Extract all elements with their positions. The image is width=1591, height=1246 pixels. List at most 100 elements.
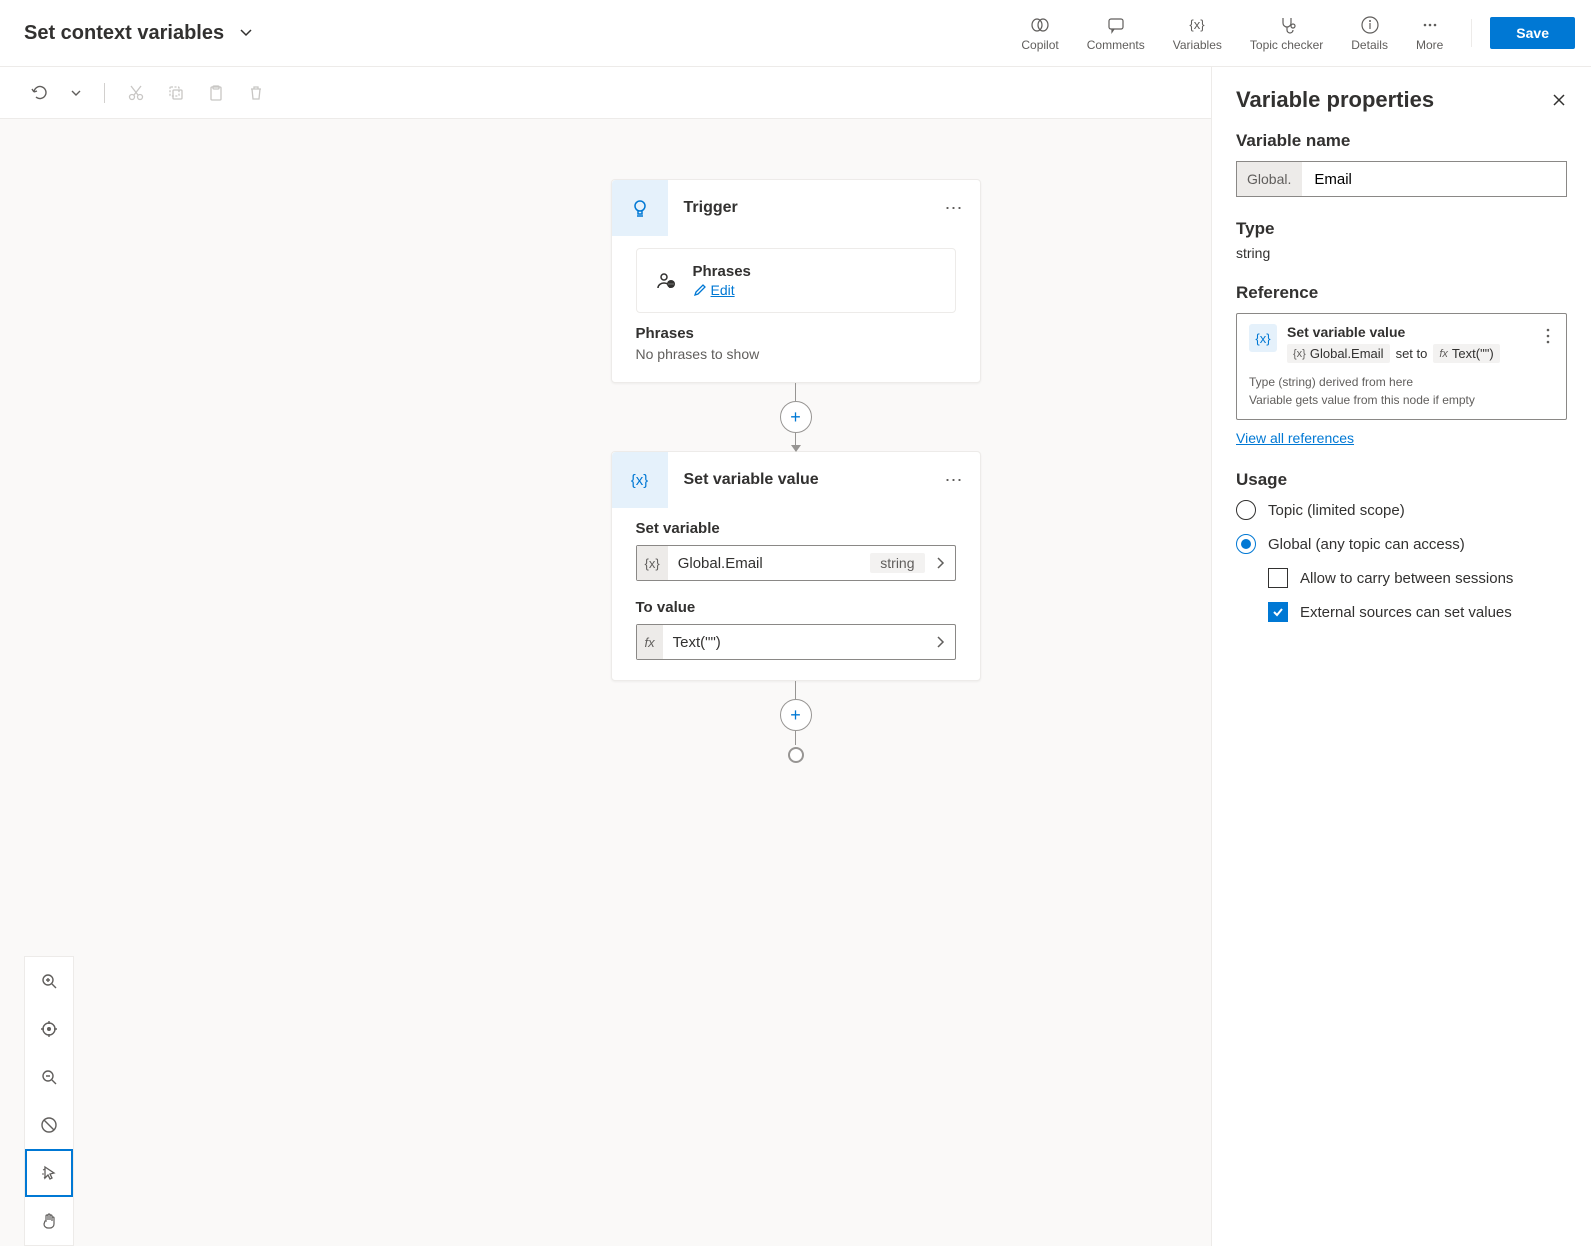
variable-name-value: Global.Email: [668, 555, 871, 572]
view-all-references-link[interactable]: View all references: [1236, 430, 1354, 446]
variable-name-input-group: Global.: [1236, 161, 1567, 197]
usage-global-radio[interactable]: Global (any topic can access): [1236, 534, 1567, 554]
usage-global-label: Global (any topic can access): [1268, 536, 1465, 553]
more-vertical-icon: [1546, 328, 1550, 344]
connector: [795, 383, 796, 401]
cut-button[interactable]: [121, 78, 151, 108]
pencil-icon: [693, 283, 707, 297]
phrases-label: Phrases: [693, 263, 751, 280]
reference-title: Set variable value: [1287, 324, 1532, 340]
chevron-right-icon: [925, 556, 955, 570]
paste-button[interactable]: [201, 78, 231, 108]
zoom-in-icon: [40, 972, 58, 990]
set-variable-body: Set variable {x} Global.Email string To …: [612, 508, 980, 680]
reference-meta-1: Type (string) derived from here: [1249, 373, 1554, 391]
copilot-action[interactable]: Copilot: [1011, 11, 1068, 56]
to-value-input[interactable]: fx Text(""): [636, 624, 956, 660]
undo-history-button[interactable]: [64, 81, 88, 105]
reference-card[interactable]: {x} Set variable value {x}Global.Email s…: [1236, 313, 1567, 420]
topic-checker-action[interactable]: Topic checker: [1240, 11, 1333, 56]
carry-sessions-checkbox[interactable]: Allow to carry between sessions: [1268, 568, 1567, 588]
radio-icon: [1236, 500, 1256, 520]
details-label: Details: [1351, 38, 1388, 52]
usage-topic-radio[interactable]: Topic (limited scope): [1236, 500, 1567, 520]
paste-icon: [207, 84, 225, 102]
header-bar: Set context variables Copilot Comments {…: [0, 0, 1591, 67]
phrases-card: ⋯ Phrases Edit: [636, 248, 956, 313]
comments-action[interactable]: Comments: [1077, 11, 1155, 56]
flow-end-icon: [788, 747, 804, 763]
type-label: Type: [1236, 219, 1567, 239]
variable-type-tag: string: [870, 553, 924, 573]
trigger-title: Trigger: [668, 199, 929, 217]
more-label: More: [1416, 38, 1443, 52]
connector: [795, 731, 796, 745]
variable-selector[interactable]: {x} Global.Email string: [636, 545, 956, 581]
canvas-toolbar: [0, 67, 1211, 119]
header-actions: Copilot Comments {x} Variables Topic che…: [1011, 11, 1575, 56]
chevron-down-icon: [70, 87, 82, 99]
stethoscope-icon: [1277, 15, 1297, 35]
topic-checker-label: Topic checker: [1250, 38, 1323, 52]
variables-action[interactable]: {x} Variables: [1163, 11, 1232, 56]
trigger-menu-button[interactable]: ⋯: [929, 198, 980, 219]
variable-icon: {x}: [637, 546, 668, 580]
zoom-toolbar: [24, 956, 74, 1246]
trigger-header: Trigger ⋯: [612, 180, 980, 236]
variable-icon: {x}: [612, 452, 668, 508]
edit-label: Edit: [711, 282, 735, 298]
external-sources-checkbox[interactable]: External sources can set values: [1268, 602, 1567, 622]
pan-tool-button[interactable]: [25, 1197, 73, 1245]
svg-text:{x}: {x}: [1190, 17, 1206, 32]
zoom-out-button[interactable]: [25, 1053, 73, 1101]
target-icon: [40, 1020, 58, 1038]
set-variable-menu-button[interactable]: ⋯: [929, 470, 980, 491]
set-variable-node[interactable]: {x} Set variable value ⋯ Set variable {x…: [611, 451, 981, 681]
set-variable-header: {x} Set variable value ⋯: [612, 452, 980, 508]
fit-view-button[interactable]: [25, 1005, 73, 1053]
details-action[interactable]: Details: [1341, 11, 1398, 56]
panel-title: Variable properties: [1236, 87, 1434, 113]
edit-phrases-link[interactable]: Edit: [693, 282, 751, 298]
cursor-icon: [40, 1164, 58, 1182]
reset-zoom-button[interactable]: [25, 1101, 73, 1149]
add-node-button[interactable]: +: [780, 401, 812, 433]
more-action[interactable]: More: [1406, 11, 1453, 56]
copilot-icon: [1030, 15, 1050, 35]
undo-button[interactable]: [24, 78, 54, 108]
variables-icon: {x}: [1187, 15, 1207, 35]
select-tool-button[interactable]: [25, 1149, 73, 1197]
delete-button[interactable]: [241, 78, 271, 108]
trigger-node[interactable]: Trigger ⋯ ⋯ Phrases Ed: [611, 179, 981, 383]
chevron-down-icon: [238, 25, 254, 41]
copilot-label: Copilot: [1021, 38, 1058, 52]
phrases-meta-title: Phrases: [636, 325, 956, 342]
external-sources-label: External sources can set values: [1300, 604, 1512, 621]
lightbulb-icon: [612, 180, 668, 236]
copy-button[interactable]: [161, 78, 191, 108]
reference-set-to-label: set to: [1396, 346, 1428, 361]
add-node-button[interactable]: +: [780, 699, 812, 731]
zoom-in-button[interactable]: [25, 957, 73, 1005]
no-zoom-icon: [40, 1116, 58, 1134]
variable-properties-panel: Variable properties Variable name Global…: [1211, 67, 1591, 1246]
cut-icon: [127, 84, 145, 102]
to-value-label: To value: [636, 599, 956, 616]
reference-expression-chip: fxText(""): [1433, 344, 1499, 363]
reference-menu-button[interactable]: [1542, 324, 1554, 348]
info-icon: [1360, 15, 1380, 35]
close-panel-button[interactable]: [1551, 92, 1567, 108]
undo-icon: [30, 84, 48, 102]
usage-label: Usage: [1236, 470, 1567, 490]
variable-scope-prefix: Global.: [1237, 162, 1302, 196]
variable-icon: {x}: [1249, 324, 1277, 352]
set-variable-title: Set variable value: [668, 471, 929, 489]
type-value: string: [1236, 245, 1567, 261]
fx-icon: fx: [637, 625, 663, 659]
variable-name-input[interactable]: [1302, 162, 1566, 196]
save-button[interactable]: Save: [1490, 17, 1575, 49]
topic-dropdown-button[interactable]: [234, 21, 258, 45]
page-title-group: Set context variables: [24, 21, 258, 45]
main-layout: Trigger ⋯ ⋯ Phrases Ed: [0, 67, 1591, 1246]
copy-icon: [167, 84, 185, 102]
